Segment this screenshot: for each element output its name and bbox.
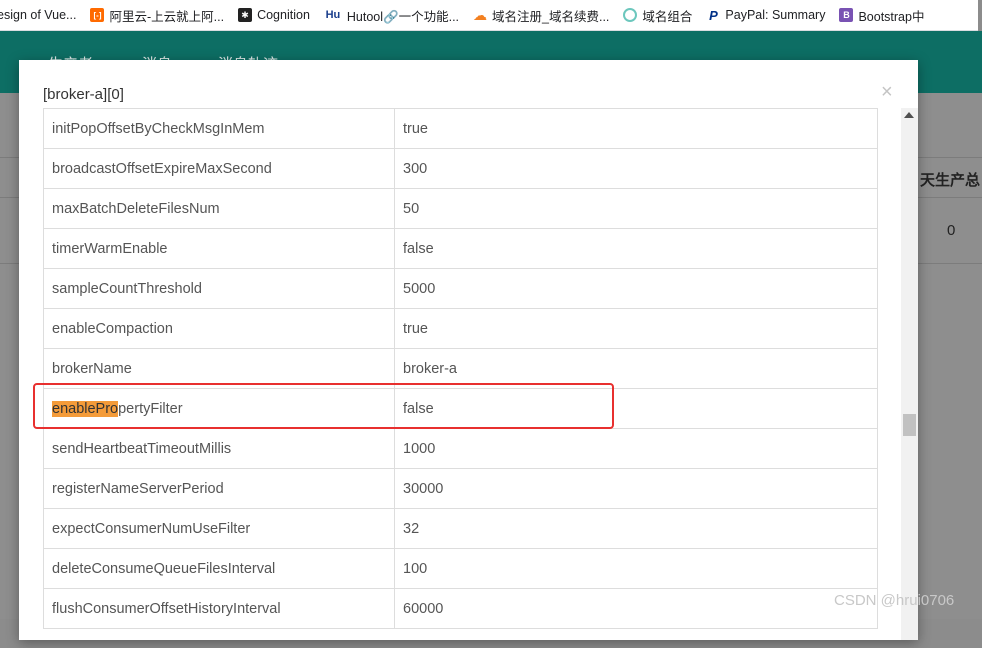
bookmark-label: 域名注册_域名续费... [492, 9, 610, 24]
config-value: 50 [394, 188, 878, 229]
cognition-icon: ✱ [238, 8, 253, 22]
config-value: 5000 [394, 268, 878, 309]
dialog-title: [broker-a][0] [43, 86, 124, 103]
config-value: 100 [394, 548, 878, 589]
bookmark-label: Hutool🔗一个功能... [346, 9, 460, 24]
annotation-box [33, 383, 614, 429]
cloudflare-icon: ☁ [473, 6, 488, 23]
table-scrollbar[interactable] [901, 108, 918, 640]
config-key: expectConsumerNumUseFilter [43, 508, 395, 549]
table-row: deleteConsumeQueueFilesInterval 100 [43, 548, 878, 589]
table-row: flushConsumerOffsetHistoryInterval 60000 [43, 588, 878, 629]
table-row: sendHeartbeatTimeoutMillis 1000 [43, 428, 878, 469]
hutool-icon: Hu [325, 9, 341, 21]
config-value: 32 [394, 508, 878, 549]
table-row: maxBatchDeleteFilesNum 50 [43, 188, 878, 229]
bookmark-cloudflare[interactable]: ☁ 域名注册_域名续费... [473, 6, 609, 25]
bookmark-label: Design of Vue... [0, 8, 77, 22]
aliyun-icon: [-] [90, 8, 105, 22]
table-row: sampleCountThreshold 5000 [43, 268, 878, 309]
bookmark-hutool[interactable]: Hu Hutool🔗一个功能... [324, 6, 459, 25]
paypal-icon: P [709, 7, 718, 23]
config-value: false [394, 228, 878, 269]
config-table-container: initPopOffsetByCheckMsgInMem true broadc… [43, 108, 878, 648]
config-key: sampleCountThreshold [43, 268, 395, 309]
scrollbar-thumb[interactable] [903, 414, 916, 436]
bookmark-label: Bootstrap中 [858, 9, 925, 24]
config-key: maxBatchDeleteFilesNum [43, 188, 395, 229]
bookmark-cognition[interactable]: ✱ Cognition [238, 8, 310, 22]
bookmark-label: 域名组合 [642, 9, 693, 24]
table-row: initPopOffsetByCheckMsgInMem true [43, 108, 878, 149]
table-row: timerWarmEnable false [43, 228, 878, 269]
bookmark-aliyun[interactable]: [-] 阿里云-上云就上阿... [90, 6, 224, 25]
bookmark-paypal[interactable]: P PayPal: Summary [706, 7, 826, 23]
bookmark-ant-design[interactable]: Design of Vue... [0, 8, 76, 22]
bookmark-label: 阿里云-上云就上阿... [109, 9, 225, 24]
table-row: broadcastOffsetExpireMaxSecond 300 [43, 148, 878, 189]
background-column-header: 天生产总 [920, 172, 981, 189]
domain-combo-icon [623, 8, 638, 22]
bookmark-domain-combo[interactable]: 域名组合 [623, 6, 692, 25]
bookmark-bootstrap[interactable]: B Bootstrap中 [839, 6, 924, 25]
close-icon[interactable]: × [881, 82, 893, 102]
config-key: registerNameServerPeriod [43, 468, 395, 509]
config-value: 30000 [394, 468, 878, 509]
bookmark-label: PayPal: Summary [725, 8, 826, 22]
config-value: true [394, 108, 878, 149]
config-key: timerWarmEnable [43, 228, 395, 269]
config-value: true [394, 308, 878, 349]
config-key: initPopOffsetByCheckMsgInMem [43, 108, 395, 149]
table-row: registerNameServerPeriod 30000 [43, 468, 878, 509]
config-key: enableCompaction [43, 308, 395, 349]
bookmarks-bar: Design of Vue... [-] 阿里云-上云就上阿... ✱ Cogn… [0, 0, 978, 31]
config-value: 60000 [394, 588, 878, 629]
broker-config-dialog: [broker-a][0] × initPopOffsetByCheckMsgI… [19, 60, 918, 640]
bookmark-label: Cognition [257, 8, 310, 22]
table-row: enableCompaction true [43, 308, 878, 349]
config-key: deleteConsumeQueueFilesInterval [43, 548, 395, 589]
bootstrap-icon: B [839, 8, 854, 22]
config-value: 300 [394, 148, 878, 189]
config-key: flushConsumerOffsetHistoryInterval [43, 588, 395, 629]
config-key: sendHeartbeatTimeoutMillis [43, 428, 395, 469]
scroll-up-arrow-icon[interactable] [904, 112, 914, 118]
csdn-watermark: CSDN @hrui0706 [834, 592, 955, 609]
config-key: broadcastOffsetExpireMaxSecond [43, 148, 395, 189]
table-row: expectConsumerNumUseFilter 32 [43, 508, 878, 549]
config-value: 1000 [394, 428, 878, 469]
background-cell-value: 0 [947, 222, 956, 239]
config-table: initPopOffsetByCheckMsgInMem true broadc… [43, 108, 878, 629]
